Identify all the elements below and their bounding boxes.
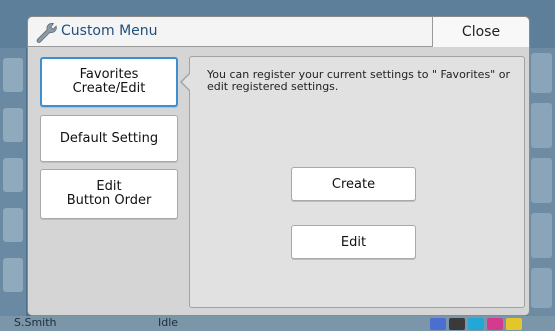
dialog-titlebar: Custom Menu Close bbox=[28, 17, 529, 47]
close-button[interactable]: Close bbox=[432, 17, 529, 47]
default-setting-button[interactable]: Default Setting bbox=[40, 115, 178, 162]
create-button[interactable]: Create bbox=[291, 167, 416, 201]
background-right-rail bbox=[528, 48, 555, 318]
ink-swatch bbox=[430, 318, 446, 330]
background-left-rail bbox=[0, 48, 26, 318]
ink-levels bbox=[430, 318, 550, 330]
favorites-create-edit-button[interactable]: Favorites Create/Edit bbox=[40, 57, 178, 107]
ink-swatch bbox=[487, 318, 503, 330]
panel-description: You can register your current settings t… bbox=[207, 68, 510, 93]
wrench-icon bbox=[36, 22, 57, 43]
ink-swatch bbox=[506, 318, 522, 330]
edit-button[interactable]: Edit bbox=[291, 225, 416, 259]
ink-swatch bbox=[468, 318, 484, 330]
dialog-title: Custom Menu bbox=[61, 23, 158, 39]
status-user: S.Smith bbox=[14, 316, 57, 329]
edit-button-order-button[interactable]: Edit Button Order bbox=[40, 169, 178, 219]
background-status-bar: S.Smith Idle bbox=[0, 316, 555, 331]
selection-pointer-fill bbox=[182, 73, 191, 91]
custom-menu-dialog: Custom Menu Close Favorites Create/Edit … bbox=[27, 16, 530, 316]
settings-panel: You can register your current settings t… bbox=[189, 56, 525, 308]
ink-swatch bbox=[449, 318, 465, 330]
status-state: Idle bbox=[158, 316, 179, 329]
